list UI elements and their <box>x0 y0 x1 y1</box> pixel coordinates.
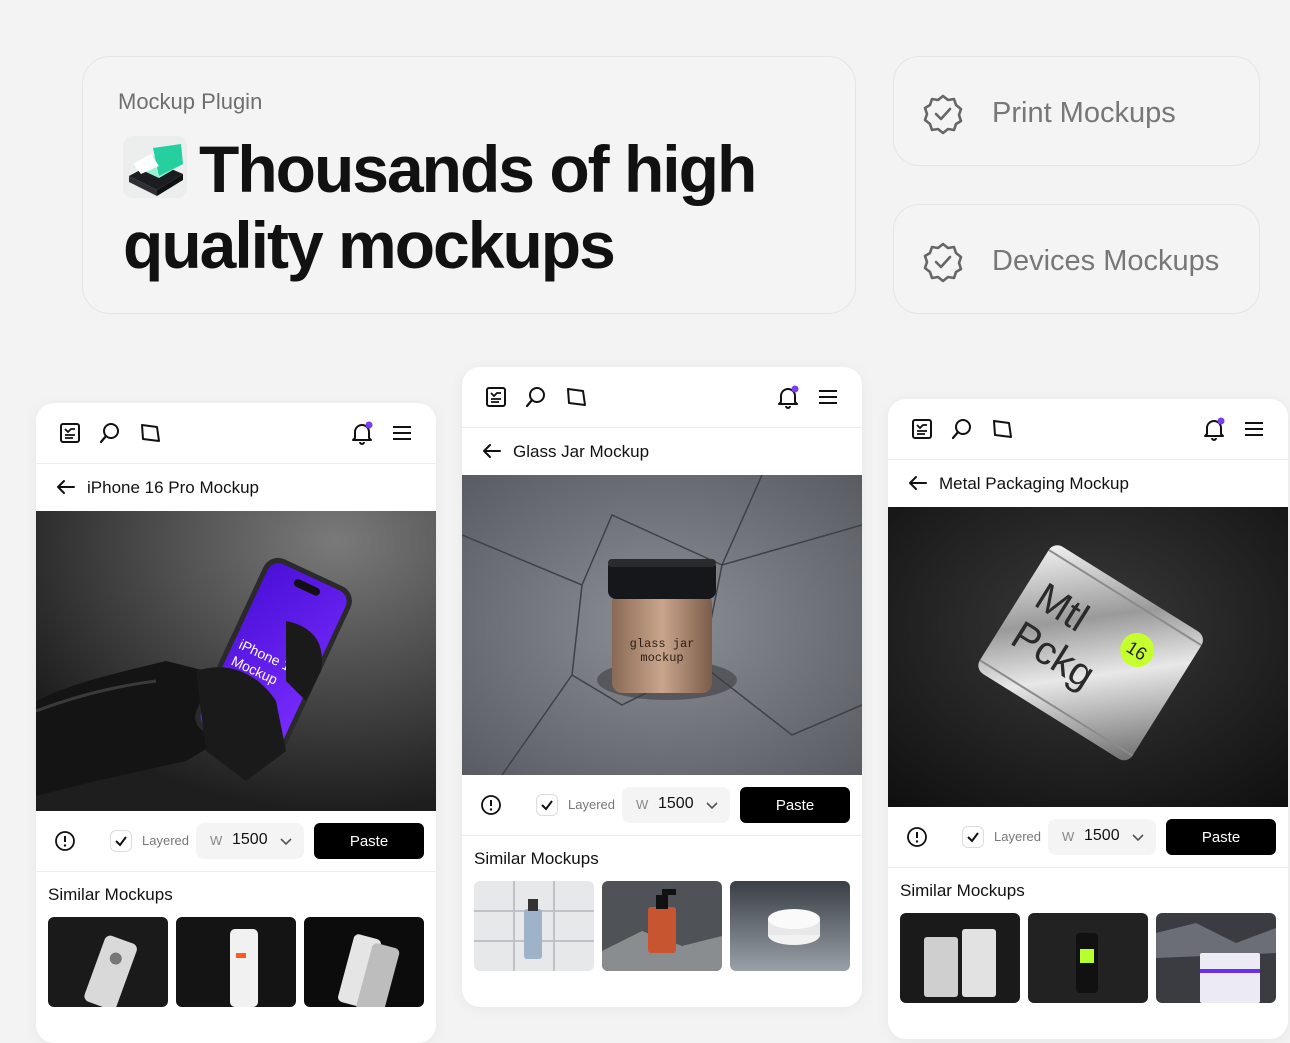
similar-mockups-heading: Similar Mockups <box>900 881 1025 900</box>
mockup-titlebar: Glass Jar Mockup <box>462 427 862 476</box>
info-icon[interactable] <box>480 794 502 816</box>
feature-label: Print Mockups <box>992 97 1176 129</box>
width-value: 1500 <box>658 795 694 812</box>
mockup-titlebar: iPhone 16 Pro Mockup <box>36 463 436 512</box>
layered-checkbox[interactable] <box>110 830 132 852</box>
similar-mockup-thumbnail[interactable] <box>176 917 296 1007</box>
plugin-logo-icon <box>123 136 187 198</box>
info-icon[interactable] <box>54 830 76 852</box>
layered-checkbox[interactable] <box>536 794 558 816</box>
info-icon[interactable] <box>906 826 928 848</box>
mockup-titlebar: Metal Packaging Mockup <box>888 459 1288 508</box>
plugin-card-metal-packaging: Metal Packaging Mockup Mtl Pckg 16 Layer… <box>888 399 1288 1039</box>
layered-label: Layered <box>568 797 615 812</box>
plugin-toolbar <box>462 367 862 428</box>
width-value: 1500 <box>1084 827 1120 844</box>
hero-title-text: Thousands of high quality mockups <box>123 132 757 282</box>
gallery-icon[interactable] <box>483 384 509 410</box>
mockup-preview-image[interactable]: iPhone 16 Mockup Devices pro <box>36 511 436 811</box>
back-arrow-icon[interactable] <box>906 471 930 495</box>
width-select[interactable]: W 1500 <box>622 787 730 823</box>
badge-check-icon <box>923 94 963 135</box>
mockup-preview-image[interactable]: Mtl Pckg 16 <box>888 507 1288 807</box>
similar-mockup-thumbnail[interactable] <box>1156 913 1276 1003</box>
similar-mockups-list <box>48 917 424 1007</box>
hero-eyebrow: Mockup Plugin <box>118 89 263 114</box>
plugin-card-glass-jar: Glass Jar Mockup glass jar mockup Layere… <box>462 367 862 1007</box>
mockup-controls: Layered W 1500 Paste <box>888 807 1288 868</box>
width-prefix: W <box>210 833 223 848</box>
plugin-card-iphone: iPhone 16 Pro Mockup iPhone 16 Mockup De… <box>36 403 436 1043</box>
width-prefix: W <box>636 797 649 812</box>
checkmark-icon <box>115 836 127 847</box>
mockup-controls: Layered W 1500 Paste <box>36 811 436 872</box>
chevron-down-icon <box>706 802 718 810</box>
transform-icon[interactable] <box>137 420 163 446</box>
width-select[interactable]: W 1500 <box>1048 819 1156 855</box>
feature-label: Devices Mockups <box>992 245 1220 277</box>
search-icon[interactable] <box>97 420 123 446</box>
similar-mockup-thumbnail[interactable] <box>48 917 168 1007</box>
mockup-title: Glass Jar Mockup <box>513 442 650 461</box>
back-arrow-icon[interactable] <box>54 475 78 499</box>
feature-devices-mockups: Devices Mockups <box>893 204 1260 314</box>
checkmark-icon <box>967 832 979 843</box>
layered-label: Layered <box>994 829 1041 844</box>
similar-mockups-heading: Similar Mockups <box>474 849 599 868</box>
paste-button[interactable]: Paste <box>740 787 850 823</box>
mockup-title: iPhone 16 Pro Mockup <box>87 478 259 497</box>
search-icon[interactable] <box>523 384 549 410</box>
back-arrow-icon[interactable] <box>480 439 504 463</box>
similar-mockup-thumbnail[interactable] <box>900 913 1020 1003</box>
plugin-toolbar <box>888 399 1288 460</box>
preview-text: mockup <box>640 651 683 665</box>
mockup-controls: Layered W 1500 Paste <box>462 775 862 836</box>
similar-mockup-thumbnail[interactable] <box>1028 913 1148 1003</box>
chevron-down-icon <box>1132 834 1144 842</box>
similar-mockup-thumbnail[interactable] <box>304 917 424 1007</box>
menu-icon[interactable] <box>389 420 415 446</box>
width-value: 1500 <box>232 831 268 848</box>
gallery-icon[interactable] <box>57 420 83 446</box>
notification-bell-icon[interactable] <box>775 384 801 410</box>
width-prefix: W <box>1062 829 1075 844</box>
similar-mockup-thumbnail[interactable] <box>602 881 722 971</box>
hero-panel: Mockup Plugin Thousands of high quality … <box>82 56 856 314</box>
transform-icon[interactable] <box>989 416 1015 442</box>
gallery-icon[interactable] <box>909 416 935 442</box>
badge-check-icon <box>923 242 963 283</box>
similar-mockups-list <box>474 881 850 971</box>
plugin-toolbar <box>36 403 436 464</box>
similar-mockups-list <box>900 913 1276 1003</box>
paste-button[interactable]: Paste <box>1166 819 1276 855</box>
layered-checkbox[interactable] <box>962 826 984 848</box>
hero-title: Thousands of high quality mockups <box>123 131 843 283</box>
feature-print-mockups: Print Mockups <box>893 56 1260 166</box>
notification-bell-icon[interactable] <box>349 420 375 446</box>
width-select[interactable]: W 1500 <box>196 823 304 859</box>
chevron-down-icon <box>280 838 292 846</box>
menu-icon[interactable] <box>1241 416 1267 442</box>
checkmark-icon <box>541 800 553 811</box>
layered-label: Layered <box>142 833 189 848</box>
menu-icon[interactable] <box>815 384 841 410</box>
similar-mockup-thumbnail[interactable] <box>730 881 850 971</box>
mockup-title: Metal Packaging Mockup <box>939 474 1129 493</box>
transform-icon[interactable] <box>563 384 589 410</box>
search-icon[interactable] <box>949 416 975 442</box>
preview-text: glass jar <box>630 637 695 651</box>
mockup-preview-image[interactable]: glass jar mockup <box>462 475 862 775</box>
similar-mockup-thumbnail[interactable] <box>474 881 594 971</box>
paste-button[interactable]: Paste <box>314 823 424 859</box>
similar-mockups-heading: Similar Mockups <box>48 885 173 904</box>
notification-bell-icon[interactable] <box>1201 416 1227 442</box>
